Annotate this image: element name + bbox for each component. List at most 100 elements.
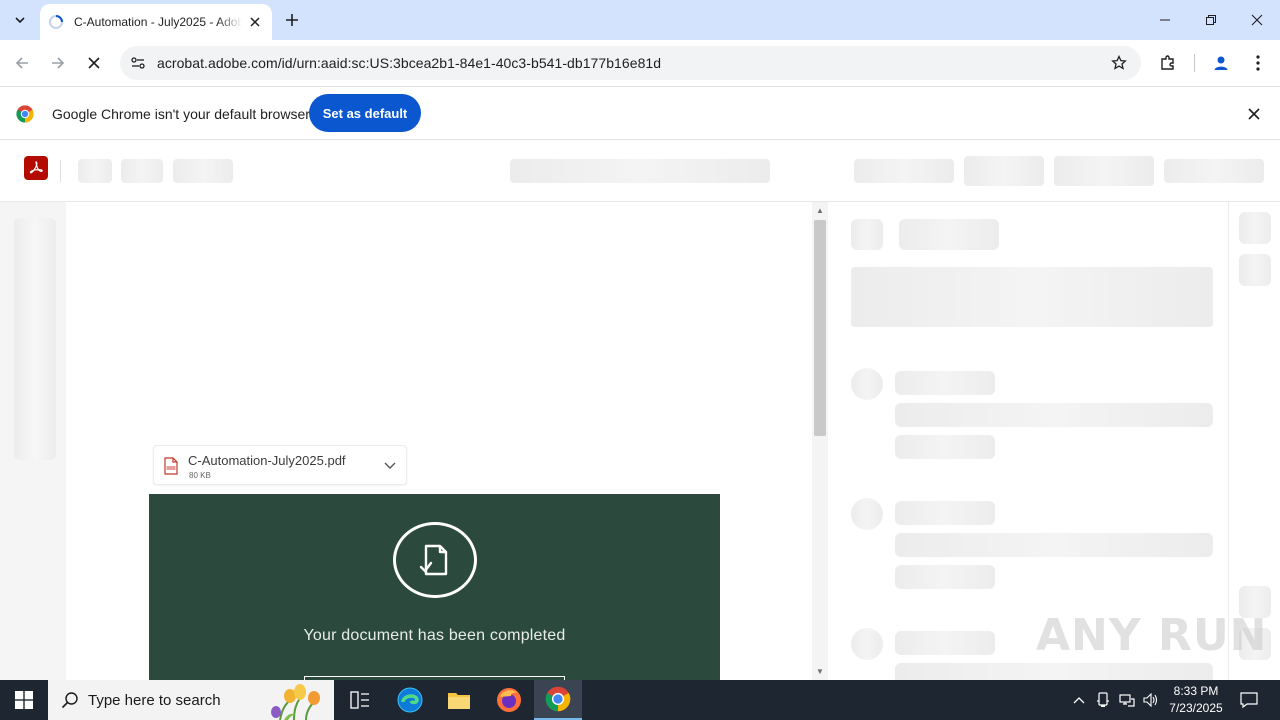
- show-hidden-icons-button[interactable]: [1068, 680, 1090, 720]
- skeleton-placeholder: [895, 533, 1213, 557]
- file-explorer-taskbar-button[interactable]: [435, 680, 483, 720]
- address-bar[interactable]: acrobat.adobe.com/id/urn:aaid:sc:US:3bce…: [120, 46, 1141, 80]
- skeleton-placeholder: [851, 267, 1213, 327]
- acrobat-logo-icon[interactable]: [24, 156, 48, 180]
- tulips-decoration-icon: [271, 684, 320, 720]
- document-complete-icon: [393, 522, 477, 598]
- pdf-file-icon: [164, 457, 178, 475]
- skeleton-avatar: [851, 498, 883, 530]
- bookmark-star-icon[interactable]: [1109, 53, 1129, 73]
- volume-icon[interactable]: [1140, 680, 1162, 720]
- browser-toolbar: acrobat.adobe.com/id/urn:aaid:sc:US:3bce…: [0, 40, 1280, 86]
- restore-icon: [1206, 15, 1216, 25]
- new-tab-button[interactable]: [280, 8, 304, 32]
- menu-button[interactable]: [1245, 50, 1271, 76]
- browser-tab[interactable]: C-Automation - July2025 - Adobe Acrobat: [40, 4, 272, 40]
- set-as-default-button[interactable]: Set as default: [309, 94, 421, 132]
- firefox-taskbar-button[interactable]: [485, 680, 533, 720]
- chrome-icon: [545, 686, 571, 712]
- back-arrow-icon: [15, 57, 28, 69]
- loading-spinner-icon: [49, 15, 63, 29]
- file-explorer-icon: [448, 693, 470, 709]
- completion-message: Your document has been completed: [303, 627, 566, 644]
- chrome-logo-icon: [16, 105, 34, 123]
- skeleton-placeholder: [895, 371, 995, 395]
- site-info-icon[interactable]: [126, 51, 150, 75]
- forward-arrow-icon: [52, 57, 65, 69]
- clock-time: 8:33 PM: [1173, 684, 1219, 698]
- skeleton-placeholder: [851, 219, 883, 250]
- tab-search-button[interactable]: [6, 7, 34, 33]
- puzzle-icon: [1161, 55, 1174, 70]
- attachment-file-size: 80 KB: [189, 471, 211, 480]
- skeleton-avatar: [851, 368, 883, 400]
- left-rail: [0, 202, 66, 680]
- clock-date: 7/23/2025: [1169, 701, 1223, 715]
- search-icon: [60, 690, 80, 710]
- avatar-icon: [1214, 56, 1228, 70]
- attachment-chip[interactable]: C-Automation-July2025.pdf 80 KB: [153, 445, 407, 485]
- windows-taskbar: Type here to search 8:33 PM 7/23/2025: [0, 680, 1280, 720]
- vertical-scrollbar[interactable]: ▲ ▼: [812, 202, 828, 680]
- tab-strip: C-Automation - July2025 - Adobe Acrobat: [0, 0, 1280, 40]
- url-text: acrobat.adobe.com/id/urn:aaid:sc:US:3bce…: [157, 55, 662, 71]
- close-icon: [1251, 14, 1263, 26]
- taskbar-search-box[interactable]: Type here to search: [48, 680, 334, 720]
- skeleton-placeholder: [854, 159, 954, 183]
- extensions-button[interactable]: [1155, 50, 1181, 76]
- default-browser-infobar: Google Chrome isn't your default browser…: [0, 86, 1280, 140]
- acrobat-header: [0, 140, 1280, 202]
- chevron-up-icon: [1073, 697, 1085, 704]
- close-infobar-icon[interactable]: [1244, 104, 1264, 124]
- skeleton-placeholder: [895, 631, 995, 655]
- plus-icon: [286, 14, 298, 26]
- skeleton-placeholder: [895, 663, 1213, 680]
- notification-center-button[interactable]: [1234, 680, 1264, 720]
- skeleton-placeholder: [14, 218, 56, 460]
- minimize-icon: [1160, 19, 1170, 21]
- skeleton-placeholder: [895, 435, 995, 459]
- skeleton-placeholder: [510, 159, 770, 183]
- skeleton-placeholder: [895, 403, 1213, 427]
- minimize-button[interactable]: [1142, 0, 1188, 40]
- task-view-button[interactable]: [336, 680, 384, 720]
- tab-title: C-Automation - July2025 - Adobe Acrobat: [74, 15, 242, 29]
- skeleton-placeholder: [121, 159, 163, 183]
- skeleton-placeholder: [1239, 212, 1271, 244]
- start-button[interactable]: [0, 680, 48, 720]
- scroll-down-arrow-icon[interactable]: ▼: [816, 668, 824, 676]
- skeleton-placeholder: [78, 159, 112, 183]
- close-tab-icon[interactable]: [246, 13, 264, 31]
- stop-loading-button[interactable]: [80, 49, 108, 77]
- scroll-thumb[interactable]: [814, 220, 826, 436]
- chrome-taskbar-button[interactable]: [534, 680, 582, 720]
- search-placeholder: Type here to search: [88, 691, 221, 709]
- acrobat-page: C-Automation-July2025.pdf 80 KB Your doc…: [0, 140, 1280, 686]
- chevron-down-icon: [15, 17, 25, 24]
- attachment-file-name: C-Automation-July2025.pdf: [188, 453, 346, 468]
- task-view-icon: [350, 691, 369, 709]
- kebab-menu-icon: [1256, 55, 1260, 71]
- chevron-down-icon[interactable]: [382, 458, 398, 474]
- stop-icon: [88, 57, 100, 69]
- header-divider: [60, 160, 61, 182]
- close-window-button[interactable]: [1234, 0, 1280, 40]
- network-icon[interactable]: [1116, 680, 1138, 720]
- skeleton-placeholder: [964, 156, 1044, 186]
- forward-button[interactable]: [44, 49, 72, 77]
- skeleton-avatar: [851, 628, 883, 660]
- notification-icon: [1240, 692, 1258, 708]
- edge-taskbar-button[interactable]: [386, 680, 434, 720]
- watermark-text: ANY RUN: [1036, 610, 1268, 661]
- taskbar-clock[interactable]: 8:33 PM 7/23/2025: [1160, 683, 1232, 717]
- scroll-up-arrow-icon[interactable]: ▲: [816, 207, 824, 215]
- back-button[interactable]: [8, 49, 36, 77]
- restore-button[interactable]: [1188, 0, 1234, 40]
- tray-device-icon[interactable]: [1092, 680, 1114, 720]
- skeleton-placeholder: [899, 219, 999, 250]
- skeleton-placeholder: [895, 565, 995, 589]
- profile-button[interactable]: [1208, 50, 1234, 76]
- skeleton-placeholder: [895, 501, 995, 525]
- completion-banner: Your document has been completed: [149, 494, 720, 686]
- skeleton-placeholder: [1054, 156, 1154, 186]
